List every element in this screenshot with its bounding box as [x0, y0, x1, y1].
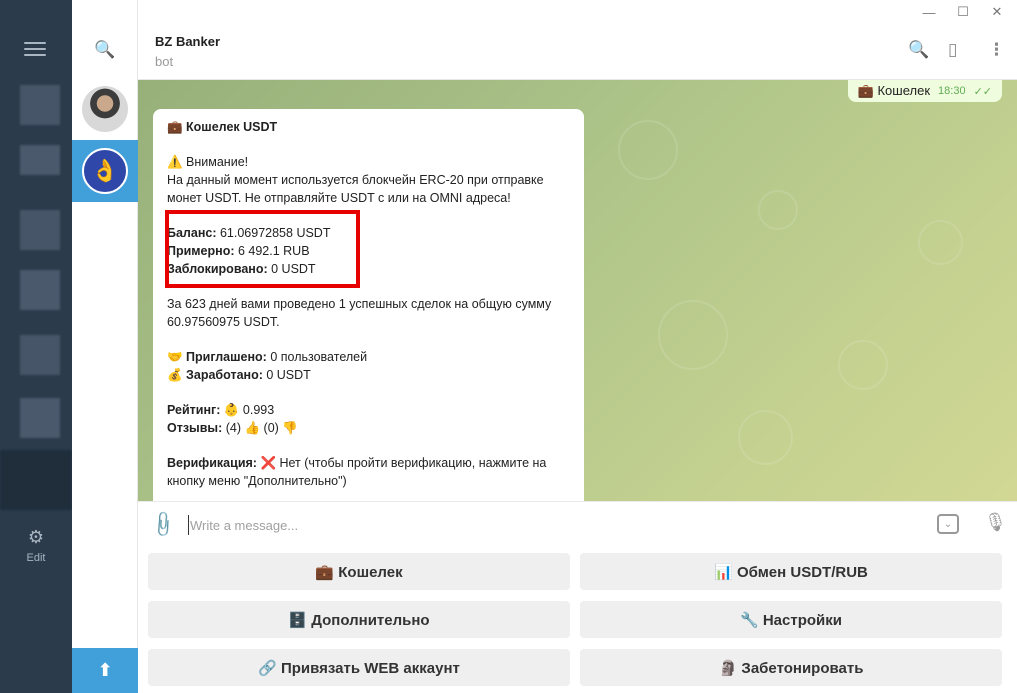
paperclip-icon[interactable]: 📎 [148, 509, 179, 540]
folder-item[interactable] [20, 335, 60, 375]
read-check-icon: ✓✓ [973, 85, 992, 98]
search-icon[interactable]: 🔍 [908, 40, 929, 60]
chat-area: 💼 Кошелек 18:30 ✓✓ 💼 Кошелек USDT ⚠️ Вни… [138, 80, 1017, 501]
message-input[interactable] [190, 510, 920, 540]
folder-item[interactable] [20, 398, 60, 438]
menu-icon[interactable] [24, 42, 46, 58]
folder-item[interactable] [20, 210, 60, 250]
warning-title: ⚠️ Внимание! [167, 155, 249, 169]
verification-label: Верификация: [167, 456, 257, 470]
sliders-icon: ⚙ [27, 526, 45, 547]
incoming-message[interactable]: 💼 Кошелек USDT ⚠️ Внимание! На данный мо… [153, 109, 584, 501]
chat-list: 🔍 👌 ⬆ [72, 0, 138, 693]
wallet-button[interactable]: 💼 Кошелек [148, 553, 570, 590]
invited-label: 🤝 Приглашено: [167, 350, 267, 364]
folder-item[interactable] [20, 270, 60, 310]
highlight-box [165, 210, 360, 288]
deals-text: За 623 дней вами проведено 1 успешных сд… [167, 297, 552, 329]
edit-label: Edit [26, 551, 46, 564]
freeze-button[interactable]: 🗿 Забетонировать [580, 649, 1002, 686]
avatar [82, 86, 128, 132]
additional-button[interactable]: 🗄️ Дополнительно [148, 601, 570, 638]
text-cursor [188, 515, 189, 535]
sidebar-toggle-icon[interactable]: ▯ [948, 40, 957, 60]
chat-subtitle: bot [155, 54, 174, 69]
settings-button[interactable]: 🔧 Настройки [580, 601, 1002, 638]
chat-item-active[interactable]: 👌 [72, 140, 138, 202]
folder-item-active[interactable] [0, 450, 72, 510]
bot-keyboard: 💼 Кошелек 📊 Обмен USDT/RUB 🗄️ Дополнител… [138, 548, 1017, 693]
outgoing-text: 💼 Кошелек [857, 83, 931, 98]
window-titlebar: — ☐ ✕ [0, 0, 1017, 24]
minimize-button[interactable]: — [912, 0, 946, 24]
message-input-bar: 📎 ⌄ 🎙 [138, 501, 1017, 548]
link-web-account-button[interactable]: 🔗 Привязать WEB аккаунт [148, 649, 570, 686]
close-button[interactable]: ✕ [980, 0, 1014, 24]
folder-item[interactable] [20, 145, 60, 175]
rating-value: 👶 0.993 [220, 403, 275, 417]
chat-item[interactable] [72, 78, 138, 140]
reviews-value: (4) 👍 (0) 👎 [222, 421, 298, 435]
folder-item[interactable] [20, 85, 60, 125]
invited-value: 0 пользователей [266, 350, 368, 364]
microphone-icon[interactable]: 🎙 [984, 512, 1007, 533]
earned-value: 0 USDT [262, 368, 311, 382]
exchange-button[interactable]: 📊 Обмен USDT/RUB [580, 553, 1002, 590]
maximize-button[interactable]: ☐ [946, 0, 980, 24]
outgoing-message[interactable]: 💼 Кошелек 18:30 ✓✓ [847, 80, 1002, 102]
bot-keyboard-icon[interactable]: ⌄ [937, 514, 959, 534]
chat-header: BZ Banker bot 🔍 ▯ ⋮ [138, 24, 1017, 80]
reviews-label: Отзывы: [167, 421, 223, 435]
warning-text: На данный момент используется блокчейн E… [167, 173, 544, 205]
edit-folders-button[interactable]: ⚙ Edit [0, 520, 72, 570]
message-time: 18:30 [938, 85, 966, 97]
earned-label: 💰 Заработано: [167, 368, 263, 382]
folders-sidebar: ⚙ Edit [0, 0, 72, 693]
search-icon[interactable]: 🔍 [94, 40, 115, 60]
rating-label: Рейтинг: [167, 403, 221, 417]
avatar: 👌 [82, 148, 128, 194]
message-title: 💼 Кошелек USDT [167, 120, 278, 134]
more-icon[interactable]: ⋮ [988, 40, 1005, 60]
chat-title[interactable]: BZ Banker [155, 34, 220, 49]
scroll-up-button[interactable]: ⬆ [72, 648, 138, 693]
